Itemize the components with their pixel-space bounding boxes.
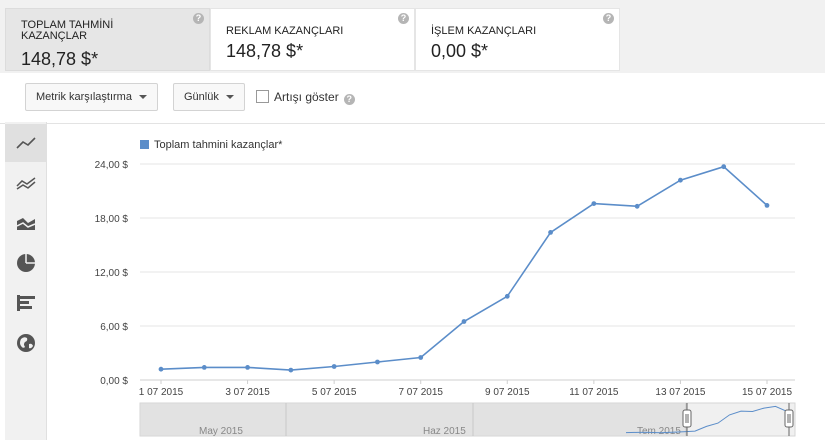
data-point[interactable] <box>158 366 164 372</box>
y-tick-label: 6,00 $ <box>100 322 128 333</box>
chevron-down-icon <box>225 95 234 100</box>
globe-icon <box>16 334 35 352</box>
show-increase-toggle[interactable]: Artışı göster? <box>256 90 355 105</box>
chart-area: 24,00 $ 18,00 $ 12,00 $ 6,00 $ 0,00 $ 1 07 2… <box>46 123 825 440</box>
y-tick-label: 24,00 $ <box>95 160 129 171</box>
area-chart-button[interactable] <box>5 204 46 242</box>
handle-grip[interactable] <box>682 409 692 428</box>
chevron-down-icon <box>138 95 147 100</box>
data-point[interactable] <box>375 359 380 365</box>
data-point[interactable] <box>634 203 640 209</box>
line-chart-icon <box>15 137 36 149</box>
data-point[interactable] <box>764 203 770 208</box>
earnings-line-chart[interactable]: 24,00 $ 18,00 $ 12,00 $ 6,00 $ 0,00 $ 1 07 2… <box>46 123 825 440</box>
data-point[interactable] <box>721 164 727 170</box>
grid-lines <box>140 163 795 381</box>
data-point[interactable] <box>331 364 337 369</box>
data-point[interactable] <box>504 293 510 299</box>
line-chart-button[interactable] <box>5 124 46 162</box>
chart-type-sidebar <box>5 122 47 440</box>
x-tick-label: 9 07 2015 <box>485 387 530 398</box>
range-navigator[interactable]: May 2015 Haz 2015 Tem 2015 <box>139 402 796 437</box>
legend-swatch <box>140 140 149 149</box>
y-tick-label: 12,00 $ <box>95 268 129 279</box>
help-icon[interactable]: ? <box>343 94 355 105</box>
x-tick-label: 11 07 2015 <box>569 387 619 398</box>
show-increase-checkbox[interactable] <box>256 90 269 103</box>
data-point[interactable] <box>678 177 683 183</box>
metric-tabs: TOPLAM TAHMİNİ KAZANÇLAR 148,78 $* ? REK… <box>0 0 825 74</box>
multi-line-chart-button[interactable] <box>5 164 46 202</box>
chart-toolbar: Metrik karşılaştırma Günlük Artışı göste… <box>0 73 825 124</box>
x-tick-label: 15 07 2015 <box>742 387 792 398</box>
period-label: Günlük <box>184 91 219 103</box>
metric-title: REKLAM KAZANÇLARI <box>226 25 344 37</box>
x-tick-label: 5 07 2015 <box>312 387 357 398</box>
area-chart-icon <box>16 218 35 230</box>
series-points <box>158 164 770 373</box>
navigator-label: Tem 2015 <box>637 426 681 437</box>
bar-chart-icon <box>16 295 35 311</box>
metric-compare-dropdown[interactable]: Metrik karşılaştırma <box>25 83 158 111</box>
metric-title: TOPLAM TAHMİNİ KAZANÇLAR <box>21 19 114 42</box>
handle-grip[interactable] <box>784 409 794 428</box>
metric-tab-ad-earnings[interactable]: REKLAM KAZANÇLARI 148,78 $* ? <box>210 8 415 71</box>
metric-tab-transaction-earnings[interactable]: İŞLEM KAZANÇLARI 0,00 $* ? <box>415 8 620 71</box>
metric-compare-label: Metrik karşılaştırma <box>36 91 132 103</box>
navigator-label: Haz 2015 <box>423 426 466 437</box>
pie-chart-icon <box>16 254 35 272</box>
data-point[interactable] <box>201 365 207 370</box>
period-dropdown[interactable]: Günlük <box>173 83 245 111</box>
legend: Toplam tahmini kazançlar* <box>140 139 283 151</box>
navigator-label: May 2015 <box>199 426 243 437</box>
y-tick-label: 18,00 $ <box>95 214 129 225</box>
x-tick-label: 7 07 2015 <box>398 387 443 398</box>
help-icon[interactable]: ? <box>193 13 204 24</box>
x-tick-label: 1 07 2015 <box>139 387 184 398</box>
data-point[interactable] <box>418 355 424 360</box>
data-point[interactable] <box>288 367 294 373</box>
y-axis-tick-labels: 24,00 $ 18,00 $ 12,00 $ 6,00 $ 0,00 $ <box>95 160 129 387</box>
series-line-path <box>160 165 768 371</box>
metric-title: İŞLEM KAZANÇLARI <box>431 25 537 37</box>
x-tick-label: 13 07 2015 <box>655 387 705 398</box>
bar-chart-button[interactable] <box>5 284 46 322</box>
pie-chart-button[interactable] <box>5 244 46 282</box>
geo-map-button[interactable] <box>5 324 46 362</box>
data-point[interactable] <box>461 319 467 324</box>
y-tick-label: 0,00 $ <box>100 376 128 387</box>
metric-tab-total-earnings[interactable]: TOPLAM TAHMİNİ KAZANÇLAR 148,78 $* ? <box>5 8 210 71</box>
help-icon[interactable]: ? <box>603 13 614 24</box>
show-increase-label: Artışı göster <box>274 90 339 104</box>
legend-label: Toplam tahmini kazançlar* <box>154 139 283 151</box>
multi-line-chart-icon <box>15 177 35 190</box>
x-axis-tick-labels: 1 07 2015 3 07 2015 5 07 2015 7 07 2015 9 07… <box>139 380 792 398</box>
data-point[interactable] <box>591 201 597 206</box>
help-icon[interactable]: ? <box>398 13 409 24</box>
x-tick-label: 3 07 2015 <box>225 387 270 398</box>
metric-value: 0,00 $* <box>431 41 489 61</box>
series-line <box>160 165 768 371</box>
metric-value: 148,78 $* <box>226 41 304 61</box>
data-point[interactable] <box>245 365 250 370</box>
data-point[interactable] <box>548 230 553 235</box>
metric-value: 148,78 $* <box>21 49 99 69</box>
